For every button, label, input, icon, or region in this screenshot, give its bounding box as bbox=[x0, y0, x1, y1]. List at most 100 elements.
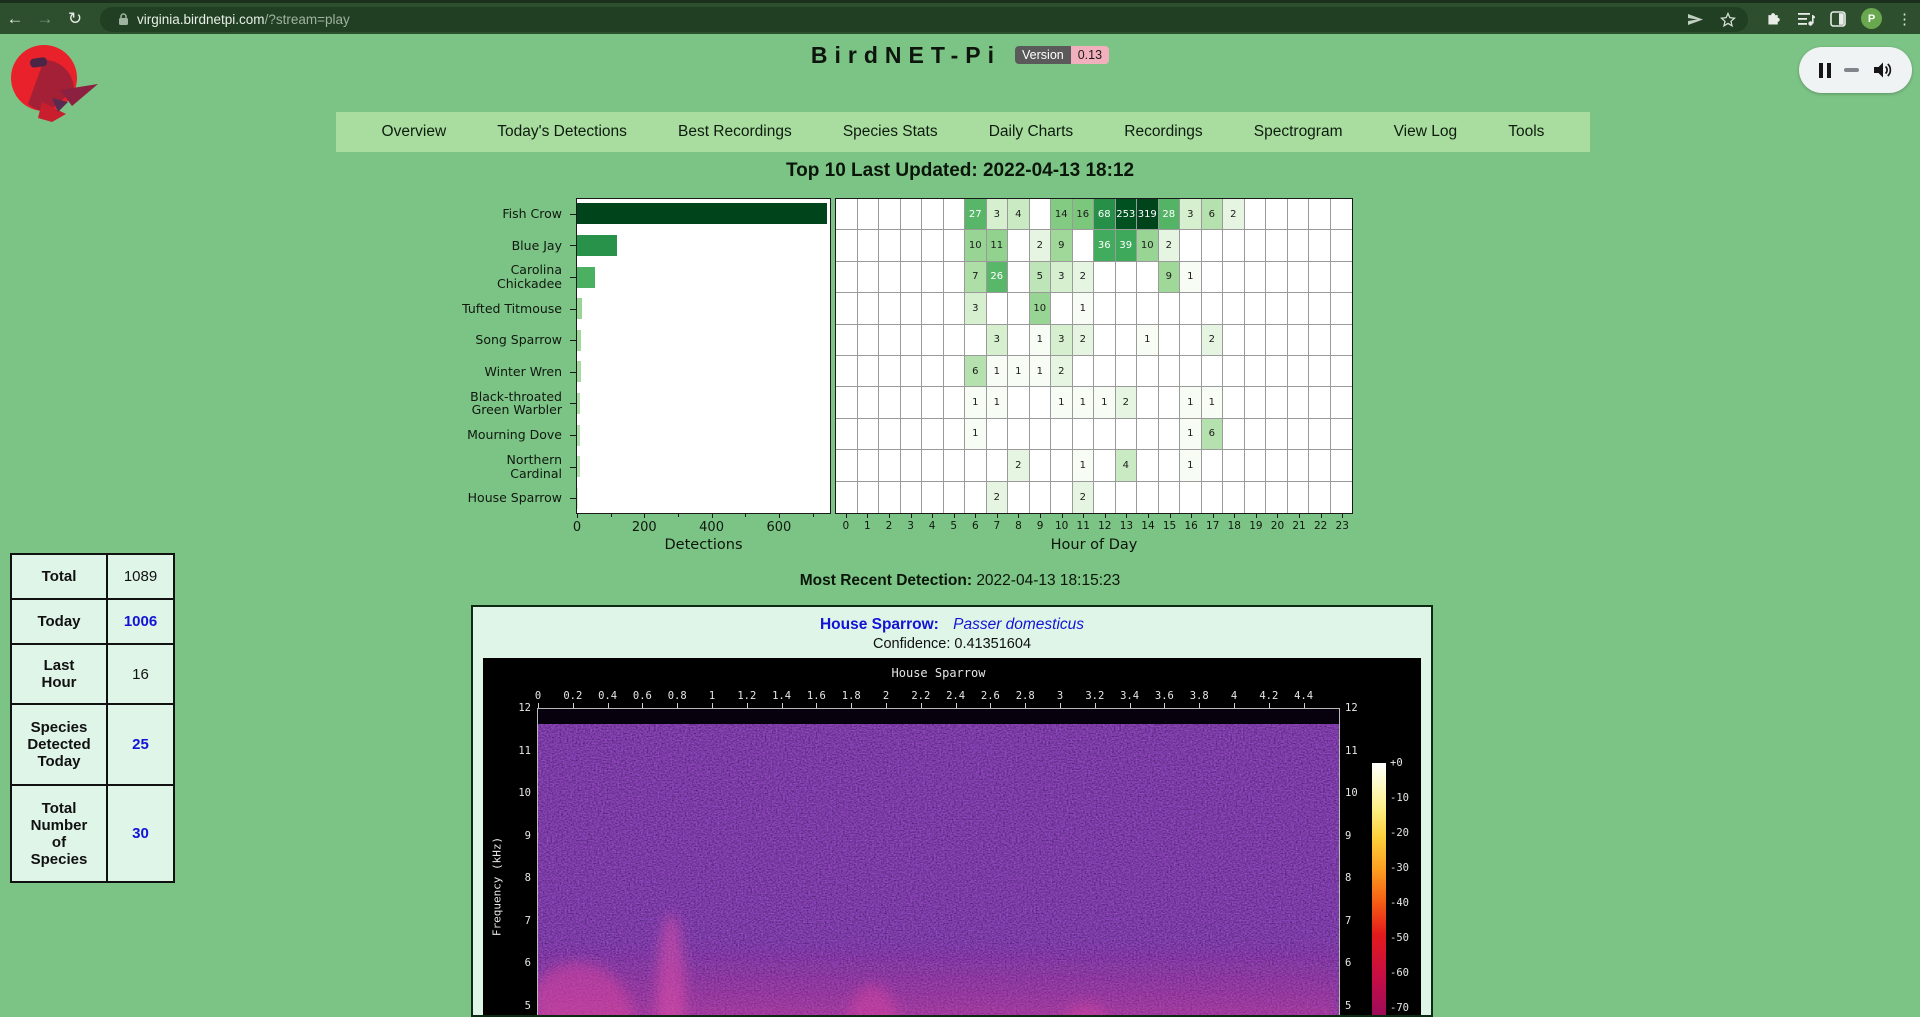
bar-category-label-house-sparrow: House Sparrow bbox=[0, 482, 562, 514]
forward-icon[interactable]: → bbox=[30, 9, 60, 29]
spectrogram-xtick bbox=[851, 703, 852, 708]
spectrogram-ytick-right: 12 bbox=[1345, 702, 1377, 714]
hour-label: 17 bbox=[1206, 520, 1219, 532]
spectrogram-ytick-left: 8 bbox=[499, 872, 531, 884]
hour-label: 8 bbox=[1015, 520, 1022, 532]
heatmap-cell bbox=[879, 482, 901, 513]
spectrogram-xtick bbox=[1130, 703, 1131, 708]
spectrogram-ytick-left: 9 bbox=[499, 830, 531, 842]
heatmap-cell bbox=[1094, 482, 1116, 513]
heatmap-cell bbox=[1288, 419, 1310, 450]
address-bar[interactable]: virginia.birdnetpi.com/?stream=play bbox=[100, 7, 1748, 32]
spectrogram-xtick-label: 3.8 bbox=[1190, 690, 1209, 702]
stats-table: Total1089Today1006Last Hour16Species Det… bbox=[10, 553, 175, 883]
heatmap-cell bbox=[1094, 325, 1116, 356]
stats-value[interactable]: 30 bbox=[107, 785, 174, 882]
heatmap-cell bbox=[944, 293, 966, 324]
heatmap-cell: 1 bbox=[987, 387, 1009, 418]
heatmap-xaxis-title: Hour of Day bbox=[835, 537, 1353, 553]
share-send-icon[interactable] bbox=[1687, 12, 1704, 27]
bar-carolina-chickadee bbox=[577, 267, 595, 288]
heatmap-cell bbox=[1331, 230, 1353, 261]
heatmap-cell: 27 bbox=[965, 199, 987, 230]
heatmap-cell bbox=[944, 356, 966, 387]
back-icon[interactable]: ← bbox=[0, 9, 30, 29]
colorbar-tick-label: -30 bbox=[1390, 862, 1409, 874]
spectrogram-xtick-label: 2 bbox=[883, 690, 889, 702]
stats-value[interactable]: 25 bbox=[107, 704, 174, 785]
heatmap-cell bbox=[944, 419, 966, 450]
side-panel-icon[interactable] bbox=[1830, 11, 1846, 27]
heatmap-cell bbox=[836, 325, 858, 356]
bar-song-sparrow bbox=[577, 330, 581, 351]
extensions-puzzle-icon[interactable] bbox=[1765, 10, 1782, 27]
stats-value[interactable]: 1006 bbox=[107, 599, 174, 644]
heatmap-cell: 2 bbox=[987, 482, 1009, 513]
bookmark-star-icon[interactable] bbox=[1720, 12, 1736, 28]
heatmap-cell bbox=[1030, 199, 1052, 230]
heatmap-cell bbox=[879, 199, 901, 230]
heatmap-cell: 6 bbox=[965, 356, 987, 387]
spectrogram-xtick-label: 1.2 bbox=[737, 690, 756, 702]
hourly-heatmap: 2734141668253319283621011293639102726532… bbox=[835, 198, 1353, 514]
heatmap-cell bbox=[1137, 450, 1159, 481]
heatmap-cell bbox=[1008, 482, 1030, 513]
heatmap-cell bbox=[1266, 230, 1288, 261]
spectrogram-xtick-label: 0 bbox=[535, 690, 541, 702]
heatmap-cell bbox=[858, 262, 880, 293]
heatmap-cell: 1 bbox=[1030, 356, 1052, 387]
heatmap-cell bbox=[1309, 356, 1331, 387]
heatmap-cell bbox=[1245, 325, 1267, 356]
spectrogram-xtick bbox=[1095, 703, 1096, 708]
spectrogram-xtick-label: 4.2 bbox=[1259, 690, 1278, 702]
stats-label: Today bbox=[11, 599, 107, 644]
heatmap-cell bbox=[944, 230, 966, 261]
spectrogram-xtick-label: 1.4 bbox=[772, 690, 791, 702]
heatmap-cell: 2 bbox=[1073, 262, 1095, 293]
stats-row-species-detected-today: Species Detected Today25 bbox=[11, 704, 174, 785]
reload-icon[interactable]: ↻ bbox=[60, 9, 90, 29]
heatmap-cell bbox=[1008, 262, 1030, 293]
spectrogram-xtick bbox=[1269, 703, 1270, 708]
hour-label: 16 bbox=[1184, 520, 1197, 532]
heatmap-cell bbox=[1202, 230, 1224, 261]
heatmap-cell bbox=[944, 325, 966, 356]
bar-xtick-minor bbox=[745, 514, 746, 517]
detection-species-link[interactable]: House Sparrow: bbox=[820, 616, 939, 633]
bar-fish-crow bbox=[577, 203, 827, 224]
spectrogram-xtick bbox=[886, 703, 887, 708]
heatmap-cell bbox=[1116, 356, 1138, 387]
menu-dots-icon[interactable]: ⋮ bbox=[1897, 10, 1912, 28]
hour-tick bbox=[867, 514, 868, 518]
heatmap-cell: 1 bbox=[1094, 387, 1116, 418]
hour-tick bbox=[1170, 514, 1171, 518]
heatmap-cell bbox=[922, 262, 944, 293]
heatmap-cell bbox=[836, 356, 858, 387]
heatmap-cell bbox=[879, 293, 901, 324]
heatmap-cell: 2 bbox=[1116, 387, 1138, 418]
spectrogram-xtick-label: 4 bbox=[1231, 690, 1237, 702]
profile-avatar[interactable]: P bbox=[1861, 8, 1882, 29]
y-tick-mark bbox=[570, 498, 576, 499]
bar-xaxis-title: Detections bbox=[576, 537, 831, 553]
heatmap-cell bbox=[1331, 293, 1353, 324]
heatmap-cell bbox=[1266, 199, 1288, 230]
heatmap-cell bbox=[1116, 293, 1138, 324]
heatmap-cell bbox=[1309, 450, 1331, 481]
heatmap-cell bbox=[944, 450, 966, 481]
url-host: virginia.birdnetpi.com bbox=[137, 12, 265, 27]
spectrogram-ytick-left: 7 bbox=[499, 915, 531, 927]
heatmap-cell bbox=[1202, 482, 1224, 513]
bar-xtick-label: 600 bbox=[766, 520, 791, 535]
heatmap-cell bbox=[1288, 356, 1310, 387]
spectrogram-xtick bbox=[1164, 703, 1165, 708]
heatmap-cell bbox=[922, 199, 944, 230]
spectrogram-xtick-label: 1.8 bbox=[842, 690, 861, 702]
media-controls-icon[interactable] bbox=[1797, 11, 1815, 27]
spectrogram-xtick-label: 2.2 bbox=[911, 690, 930, 702]
heatmap-cell bbox=[1309, 419, 1331, 450]
heatmap-cell bbox=[922, 419, 944, 450]
heatmap-cell: 6 bbox=[1202, 419, 1224, 450]
spectrogram-xtick bbox=[816, 703, 817, 708]
heatmap-cell bbox=[1245, 230, 1267, 261]
